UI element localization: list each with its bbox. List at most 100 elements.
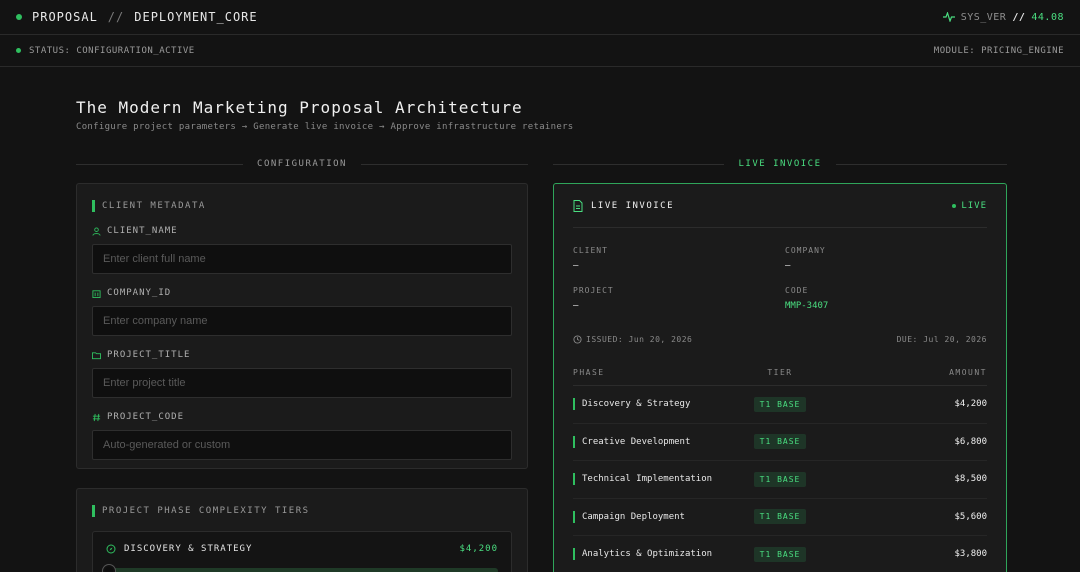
project-detail: PROJECT — xyxy=(573,286,775,326)
project-title-label-text: PROJECT_TITLE xyxy=(107,350,191,360)
row-phase: Creative Development xyxy=(582,436,691,447)
complexity-tiers-panel: PROJECT PHASE COMPLEXITY TIERS DISCOVERY… xyxy=(76,488,528,572)
system-version: SYS_VER // 44.08 xyxy=(942,11,1064,23)
invoice-title: LIVE INVOICE xyxy=(591,200,675,211)
clock-icon xyxy=(573,334,582,344)
table-header: PHASE TIER AMOUNT xyxy=(573,368,987,386)
row-amount: $5,600 xyxy=(954,511,987,522)
user-icon xyxy=(92,226,101,236)
page-subtitle: Configure project parameters → Generate … xyxy=(76,122,574,132)
client-detail-value: — xyxy=(573,261,579,271)
company-id-label: COMPANY_ID xyxy=(92,288,512,298)
company-detail-value: — xyxy=(785,261,791,271)
activity-pulse-icon xyxy=(942,12,955,22)
compass-icon xyxy=(106,544,116,554)
client-name-label: CLIENT_NAME xyxy=(92,226,512,236)
client-metadata-panel: CLIENT METADATA CLIENT_NAME COMPANY_ID P… xyxy=(76,183,528,469)
building-icon xyxy=(92,289,101,298)
status-dot-icon xyxy=(16,14,22,20)
row-phase: Discovery & Strategy xyxy=(582,399,691,410)
top-bar: PROPOSAL // DEPLOYMENT_CORE SYS_VER // 4… xyxy=(0,0,1080,35)
row-amount: $4,200 xyxy=(954,399,987,410)
accent-bar xyxy=(92,505,95,517)
code-detail: CODE MMP-3407 xyxy=(785,286,987,326)
app-title-right: DEPLOYMENT_CORE xyxy=(134,10,258,24)
project-code-label: PROJECT_CODE xyxy=(92,412,512,422)
tier-badge: T1 BASE xyxy=(753,434,807,450)
invoice-header: LIVE INVOICE LIVE xyxy=(573,184,987,228)
app-title-separator: // xyxy=(107,10,125,24)
client-detail-label: CLIENT xyxy=(573,246,608,255)
client-name-input[interactable] xyxy=(92,244,512,274)
configuration-section-label: CONFIGURATION xyxy=(257,159,347,169)
client-detail: CLIENT — xyxy=(573,246,775,286)
row-phase: Analytics & Optimization xyxy=(582,549,713,560)
tier-badge: T1 BASE xyxy=(753,509,807,525)
slider-handle[interactable] xyxy=(103,565,115,572)
accent-bar xyxy=(573,548,575,561)
divider xyxy=(835,163,1007,165)
project-code-label-text: PROJECT_CODE xyxy=(107,412,185,422)
folder-icon xyxy=(92,351,101,359)
hash-icon xyxy=(92,413,101,421)
accent-bar xyxy=(573,510,575,523)
divider xyxy=(553,163,725,165)
invoice-section-header: LIVE INVOICE xyxy=(553,157,1007,171)
project-title-label: PROJECT_TITLE xyxy=(92,350,512,360)
row-amount: $3,800 xyxy=(954,549,987,560)
table-row: Analytics & Optimization T1 BASE $3,800 xyxy=(573,536,987,572)
status-dot-icon xyxy=(16,48,21,53)
tier-slider[interactable] xyxy=(103,565,498,572)
project-detail-value: — xyxy=(573,301,579,311)
due-date: DUE: Jul 20, 2026 xyxy=(896,334,987,344)
complexity-tiers-title-text: PROJECT PHASE COMPLEXITY TIERS xyxy=(102,506,310,516)
invoice-section-label: LIVE INVOICE xyxy=(738,159,822,169)
tier-badge: T1 BASE xyxy=(753,546,807,562)
status-bar: STATUS: CONFIGURATION_ACTIVE MODULE: PRI… xyxy=(0,35,1080,67)
status-text: STATUS: CONFIGURATION_ACTIVE xyxy=(29,45,195,56)
table-row: Discovery & Strategy T1 BASE $4,200 xyxy=(573,386,987,424)
project-detail-label: PROJECT xyxy=(573,286,614,295)
divider xyxy=(360,163,529,165)
tier-badge: T1 BASE xyxy=(753,396,807,412)
row-amount: $6,800 xyxy=(954,436,987,447)
app-title: PROPOSAL // DEPLOYMENT_CORE xyxy=(16,10,258,24)
column-tier: TIER xyxy=(767,368,793,377)
column-amount: AMOUNT xyxy=(949,368,987,377)
code-detail-value: MMP-3407 xyxy=(785,301,829,311)
sys-ver-separator: // xyxy=(1012,11,1026,23)
page-title: The Modern Marketing Proposal Architectu… xyxy=(76,98,523,117)
accent-bar xyxy=(92,200,95,212)
company-detail-label: COMPANY xyxy=(785,246,826,255)
project-code-input[interactable] xyxy=(92,430,512,460)
app-title-left: PROPOSAL xyxy=(32,10,98,24)
accent-bar xyxy=(573,473,575,486)
column-phase: PHASE xyxy=(573,368,605,377)
project-title-input[interactable] xyxy=(92,368,512,398)
divider xyxy=(76,163,244,165)
tier-card-price: $4,200 xyxy=(459,544,498,554)
accent-bar xyxy=(573,435,575,448)
module-text: MODULE: PRICING_ENGINE xyxy=(933,45,1064,56)
row-phase: Technical Implementation xyxy=(582,474,713,485)
tier-badge: T1 BASE xyxy=(753,471,807,487)
table-row: Creative Development T1 BASE $6,800 xyxy=(573,424,987,461)
invoice-dates: ISSUED: Jun 20, 2026 DUE: Jul 20, 2026 xyxy=(573,332,987,346)
company-id-label-text: COMPANY_ID xyxy=(107,288,172,298)
invoice-table: PHASE TIER AMOUNT Discovery & Strategy T… xyxy=(573,368,987,572)
accent-bar xyxy=(573,398,575,411)
company-id-input[interactable] xyxy=(92,306,512,336)
configuration-section-header: CONFIGURATION xyxy=(76,157,529,171)
code-detail-label: CODE xyxy=(785,286,809,295)
client-metadata-title-text: CLIENT METADATA xyxy=(102,201,206,211)
table-row: Technical Implementation T1 BASE $8,500 xyxy=(573,461,987,499)
live-indicator-text: LIVE xyxy=(961,200,987,211)
live-indicator: LIVE xyxy=(952,201,987,211)
tier-card-discovery: DISCOVERY & STRATEGY $4,200 xyxy=(92,531,512,572)
table-row: Campaign Deployment T1 BASE $5,600 xyxy=(573,499,987,536)
client-metadata-title: CLIENT METADATA xyxy=(92,200,512,212)
live-invoice-panel: LIVE INVOICE LIVE CLIENT — COMPANY — PRO… xyxy=(553,183,1007,572)
document-icon xyxy=(573,199,583,212)
tier-card-name: DISCOVERY & STRATEGY xyxy=(124,544,253,554)
sys-ver-label: SYS_VER xyxy=(960,11,1007,23)
